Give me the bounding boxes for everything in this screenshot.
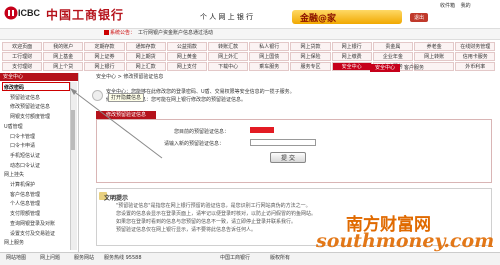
nav-item[interactable]: 欢迎页面 <box>2 42 43 51</box>
nav-item[interactable]: 网上转账 <box>414 52 455 61</box>
tips-line: 您设置的信息会显示在登录页面上，请牢记以便登录时核对，以防止访问假冒的钓鱼网站。 <box>116 211 317 217</box>
submit-button[interactable]: 提 交 <box>270 152 306 163</box>
icbc-logo-icon <box>4 6 18 20</box>
tips-line: "预留验证信息"是指您在网上银行预留的验证信息，是您识别工行网站真伪的方法之一。 <box>116 203 311 209</box>
footer-link[interactable]: 网上问题 <box>40 254 60 261</box>
watermark-url: southmoney.com <box>316 230 495 252</box>
nav-item[interactable]: 网上证券 <box>84 52 125 61</box>
sidebar-item[interactable]: 设置支付及交易验证 <box>10 230 55 237</box>
sidebar-item[interactable]: U盾管理 <box>4 123 23 130</box>
new-verification-input[interactable] <box>250 139 316 146</box>
announcement-icon <box>104 30 109 35</box>
sidebar-item[interactable]: 修改预留验证信息 <box>10 103 50 110</box>
nav-item[interactable]: 支付理财 <box>2 62 43 71</box>
nav-item[interactable]: 网上基金 <box>43 52 84 61</box>
current-verification-label: 您目前的预留验证信息： <box>174 129 230 135</box>
nav-item[interactable]: 外币利率 <box>455 62 496 71</box>
form-tab[interactable]: 修改预留验证信息 <box>96 111 156 119</box>
breadcrumb: 安全中心 > 修改预留验证信息 <box>96 74 164 80</box>
sidebar-item[interactable]: 计算机保护 <box>10 181 35 188</box>
current-verification-value-redacted <box>250 127 274 133</box>
nav-item[interactable]: 服务专区 <box>290 62 331 71</box>
footer-link[interactable]: 网站地图 <box>6 254 26 261</box>
sidebar-item[interactable]: 支付限额管理 <box>10 210 40 217</box>
nav-item[interactable]: 通知存款 <box>125 42 166 51</box>
tab-security-center[interactable]: 安全中心 <box>370 64 400 72</box>
sidebar-item[interactable]: 手机短信认证 <box>10 152 40 159</box>
nav-item[interactable]: 转账汇款 <box>208 42 249 51</box>
footer-link[interactable]: 服务网站 <box>74 254 94 261</box>
nav-item[interactable]: 网上贷款 <box>290 42 331 51</box>
sidebar-header: 安全中心 <box>0 73 78 81</box>
nav-item[interactable]: 私人银行 <box>249 42 290 51</box>
sidebar-item[interactable]: 口令卡管理 <box>10 133 35 140</box>
my-link[interactable]: 我的 <box>461 3 471 9</box>
top-right-links: 收件箱 我的 <box>440 2 475 9</box>
nav-item[interactable]: 网上银行 <box>84 62 125 71</box>
sidebar-item[interactable]: 查询网银登录及对账 <box>10 220 55 227</box>
nav-item[interactable]: 企业年金 <box>372 52 413 61</box>
footer-bank: 中国工商银行 <box>220 255 251 261</box>
form-panel <box>96 119 492 183</box>
nav-item[interactable]: 网上支付 <box>166 62 207 71</box>
tips-line: 如果您在登录时看到的信息与您预留的信息不一致，请立即停止登录并联系我行。 <box>116 219 297 225</box>
gold-home-label: 金融@家 <box>300 14 337 24</box>
tips-title: 文明提示 <box>104 195 129 202</box>
tooltip: 打开隐藏信息 <box>108 93 145 102</box>
news-label: 系统公告： <box>110 30 136 36</box>
footer-copyright: 版权所有 <box>270 255 291 261</box>
nav-item[interactable]: 网上汇款 <box>125 62 166 71</box>
nav-item[interactable]: 网上黄金 <box>166 52 207 61</box>
brand-cn: 中国工商银行 <box>46 8 125 22</box>
brand-en: ICBC <box>18 8 40 18</box>
tab-customer-service[interactable]: 客户服务 <box>400 64 424 72</box>
footer-hotline: 服务热线 95588 <box>104 255 142 261</box>
sidebar-scrollbar[interactable] <box>70 82 77 250</box>
nav-item[interactable]: 工行理财 <box>2 52 43 61</box>
nav-item[interactable]: 网上国债 <box>249 52 290 61</box>
sidebar-item[interactable]: 客户信息管理 <box>10 191 40 198</box>
nav-item[interactable]: 网上缴费 <box>331 52 372 61</box>
inbox-link[interactable]: 收件箱 <box>440 3 455 9</box>
nav-item[interactable]: 安全中心 <box>331 62 372 71</box>
news-bar <box>0 28 500 40</box>
sidebar-selected-highlight <box>2 82 70 91</box>
nav-item[interactable]: 我的账户 <box>43 42 84 51</box>
logout-button[interactable]: 退出 <box>410 13 429 22</box>
nav-item[interactable]: 养老金 <box>414 42 455 51</box>
nav-item[interactable]: 贵金属 <box>372 42 413 51</box>
sidebar-item[interactable]: 网上服务 <box>4 239 24 246</box>
nav-item[interactable]: 网上银行 <box>331 42 372 51</box>
sidebar-item[interactable]: 口令卡申请 <box>10 142 35 149</box>
nav-item[interactable]: 信用卡服务 <box>455 52 496 61</box>
nav-item[interactable]: 公益捐款 <box>166 42 207 51</box>
sidebar-item[interactable]: 网上挂失 <box>4 171 24 178</box>
nav-item[interactable]: 网上个贷 <box>43 62 84 71</box>
nav-item[interactable]: 下载中心 <box>208 62 249 71</box>
info-icon <box>92 90 103 101</box>
sidebar-item[interactable]: 网银支付额度管理 <box>10 113 50 120</box>
nav-item[interactable]: 网上期货 <box>125 52 166 61</box>
nav-item[interactable]: 网上保险 <box>290 52 331 61</box>
online-bank-title: 个 人 网 上 银 行 <box>200 13 254 21</box>
sidebar-item[interactable]: 动态口令认证 <box>10 162 40 169</box>
nav-item[interactable]: 乘车服务 <box>249 62 290 71</box>
sidebar-item[interactable]: 个人信息管理 <box>10 200 40 207</box>
nav-item[interactable]: 在线财务管理 <box>455 42 496 51</box>
new-verification-label: 请输入新的预留验证信息： <box>164 141 225 147</box>
nav-item[interactable]: 网上外汇 <box>208 52 249 61</box>
nav-item[interactable]: 定期存款 <box>84 42 125 51</box>
sidebar-item[interactable]: 预留验证信息 <box>10 94 40 101</box>
scrollbar-thumb[interactable] <box>71 110 75 150</box>
tips-line: 预留验证信息仅在网上银行显示，请不要将此信息告诉任何人。 <box>116 227 257 233</box>
news-text[interactable]: 工行网银户资金账户信息通过活动 <box>138 29 213 36</box>
